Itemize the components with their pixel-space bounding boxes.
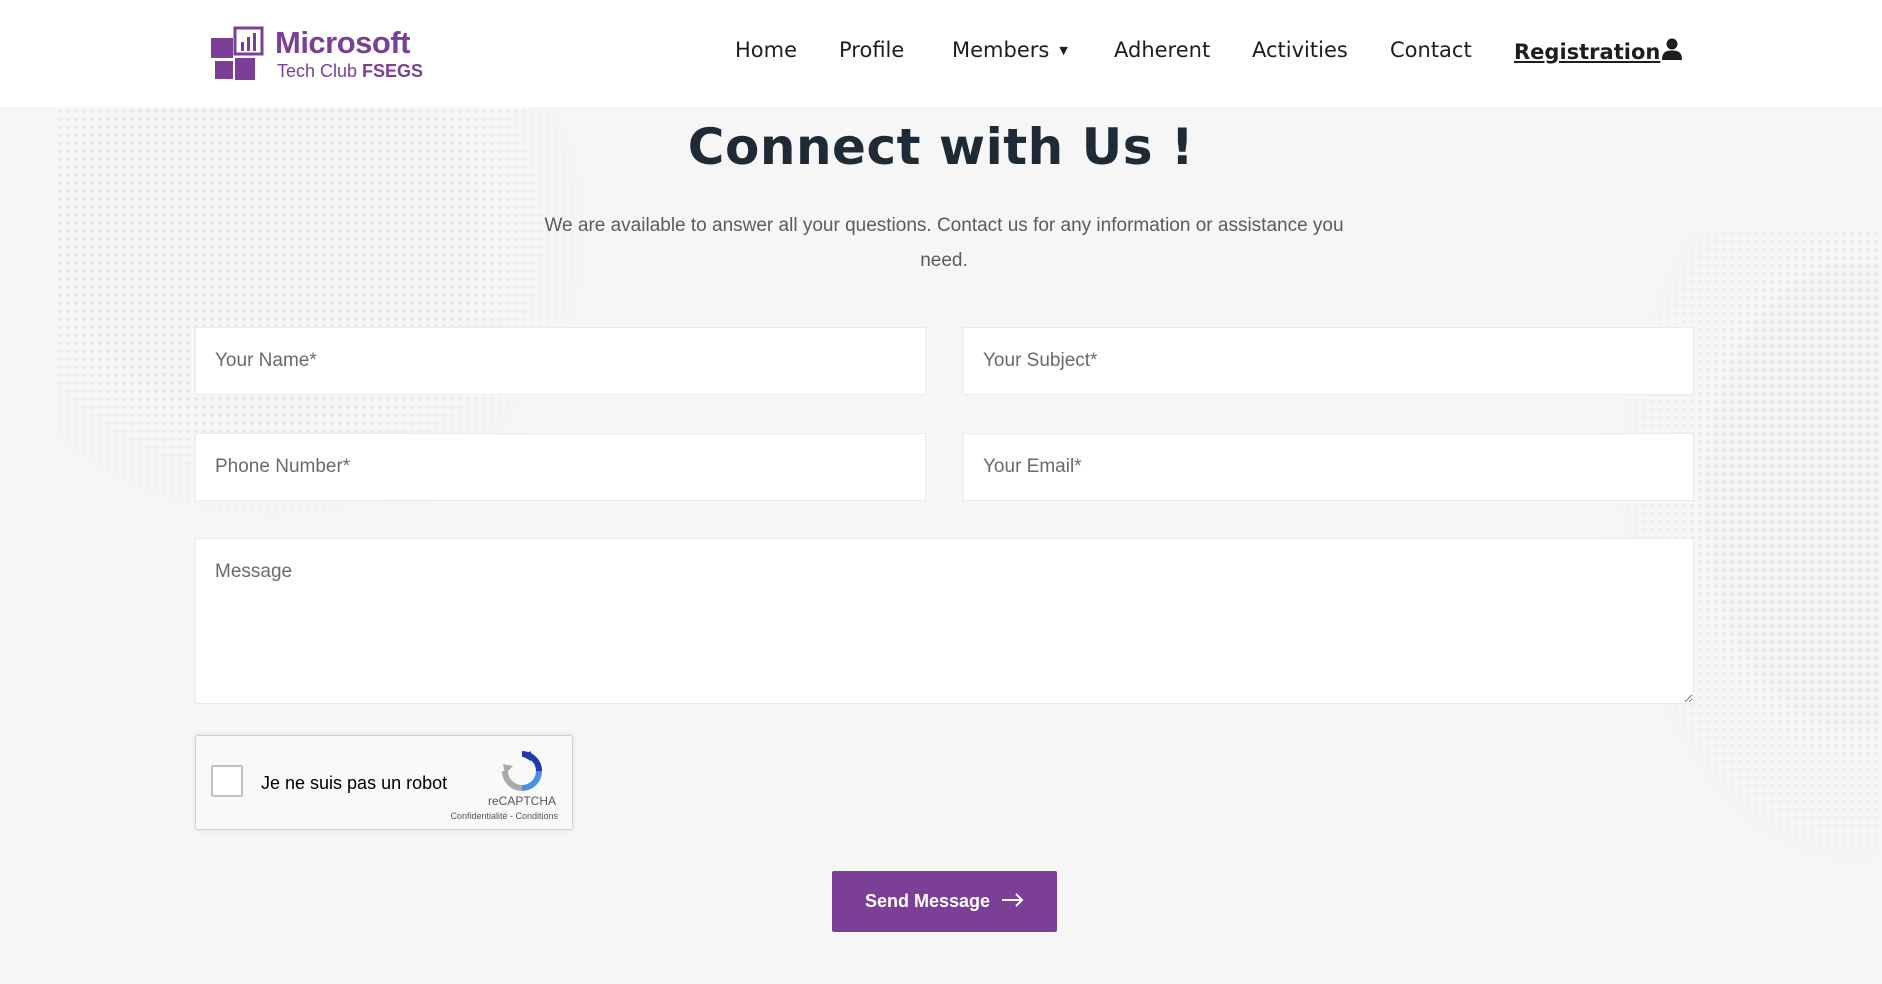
caret-down-icon: ▼ [1059, 43, 1068, 57]
nav-members[interactable]: Members ▼ [952, 38, 1068, 62]
phone-input[interactable] [195, 433, 926, 501]
recaptcha-brand: reCAPTCHA [487, 794, 556, 808]
recaptcha-label: Je ne suis pas un robot [261, 773, 448, 793]
nav-members-label: Members [952, 38, 1050, 62]
email-input[interactable] [963, 433, 1694, 501]
page-subtitle: We are available to answer all your ques… [544, 215, 1344, 271]
nav-activities[interactable]: Activities [1252, 38, 1348, 62]
main-nav: Home Profile Members ▼ Adherent Activiti… [0, 38, 1882, 68]
arrow-right-icon [1002, 891, 1024, 912]
nav-home[interactable]: Home [735, 38, 797, 62]
recaptcha-logo-icon [502, 751, 542, 791]
message-textarea[interactable] [195, 538, 1694, 704]
nav-profile[interactable]: Profile [839, 38, 904, 62]
nav-registration-label: Registration [1514, 39, 1661, 64]
nav-adherent[interactable]: Adherent [1114, 38, 1210, 62]
name-input[interactable] [195, 327, 926, 395]
page-title: Connect with Us ! [687, 118, 1195, 176]
recaptcha-checkbox[interactable] [211, 765, 243, 797]
recaptcha-widget: Je ne suis pas un robot reCAPTCHA Confid… [195, 735, 573, 830]
site-header: Microsoft Tech Club FSEGS Home Profile M… [0, 0, 1882, 107]
send-message-label: Send Message [864, 891, 991, 911]
nav-registration[interactable]: Registration [1514, 38, 1683, 65]
nav-contact[interactable]: Contact [1390, 38, 1472, 62]
recaptcha-links[interactable]: Confidentialité - Conditions [450, 811, 558, 821]
subject-input[interactable] [963, 327, 1694, 395]
send-message-button[interactable]: Send Message [832, 871, 1057, 932]
user-icon [1662, 38, 1683, 65]
